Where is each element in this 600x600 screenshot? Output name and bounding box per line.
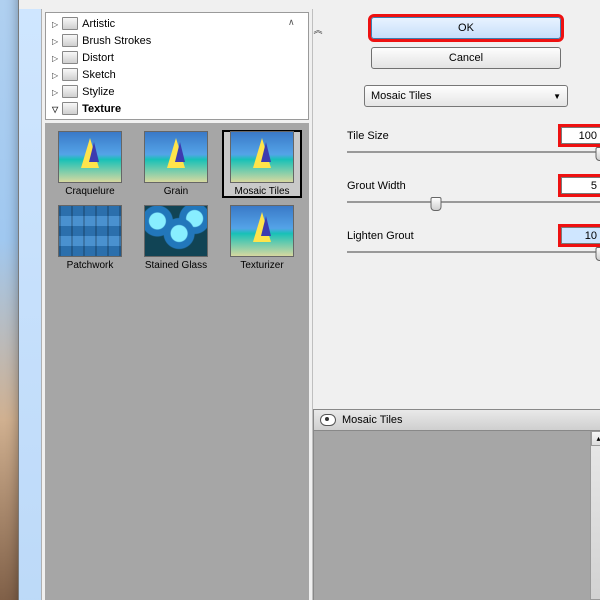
thumb-label: Mosaic Tiles [223, 186, 301, 197]
scroll-up-icon[interactable]: ∧ [288, 17, 302, 28]
chevron-right-icon [52, 35, 58, 47]
thumb-stained-glass[interactable]: Stained Glass [137, 205, 215, 271]
tree-scroll[interactable]: ∧ [288, 17, 302, 28]
filter-picker-panel: ∧ Artistic Brush Strokes [42, 9, 312, 600]
filter-gallery-dialog: ∧ Artistic Brush Strokes [18, 0, 600, 600]
filter-thumbnails: Craquelure Grain Mosaic Tiles Patch [45, 123, 309, 600]
tree-item-sketch[interactable]: Sketch [46, 66, 308, 83]
cancel-button[interactable]: Cancel [371, 47, 561, 69]
thumb-patchwork[interactable]: Patchwork [51, 205, 129, 271]
folder-icon [62, 17, 78, 30]
folder-icon [62, 34, 78, 47]
effect-layer-label: Mosaic Tiles [342, 414, 403, 426]
chevron-down-icon [52, 103, 58, 115]
tree-item-texture[interactable]: Texture [46, 100, 308, 117]
lighten-grout-input[interactable] [561, 227, 600, 244]
tree-item-artistic[interactable]: Artistic [46, 15, 308, 32]
filter-settings-panel: ︽ OK Cancel Mosaic Tiles ▼ Tile Size Gro… [312, 9, 600, 600]
effect-layer-row[interactable]: Mosaic Tiles [314, 410, 600, 431]
tree-item-distort[interactable]: Distort [46, 49, 308, 66]
folder-icon [62, 102, 78, 115]
thumb-preview [230, 205, 294, 257]
scroll-up-icon[interactable]: ▴ [591, 431, 600, 446]
thumb-preview [58, 131, 122, 183]
thumb-preview [58, 205, 122, 257]
folder-icon [62, 51, 78, 64]
tree-label: Sketch [82, 69, 116, 81]
tree-label: Stylize [82, 86, 114, 98]
thumb-texturizer[interactable]: Texturizer [223, 205, 301, 271]
preview-pane-edge [19, 9, 42, 600]
tree-label: Artistic [82, 18, 115, 30]
ok-button[interactable]: OK [371, 17, 561, 39]
layer-scrollbar[interactable]: ▴ ▾ [590, 431, 600, 600]
tree-label: Texture [82, 103, 121, 115]
tile-size-slider[interactable] [347, 147, 600, 157]
folder-icon [62, 68, 78, 81]
chevron-right-icon [52, 52, 58, 64]
thumb-label: Grain [137, 186, 215, 197]
param-grout-width: Grout Width [347, 177, 600, 194]
param-label: Tile Size [347, 130, 389, 142]
thumb-preview [144, 131, 208, 183]
dropdown-value: Mosaic Tiles [371, 90, 432, 102]
lighten-grout-slider[interactable] [347, 247, 600, 257]
filter-select-dropdown[interactable]: Mosaic Tiles ▼ [364, 85, 568, 107]
param-label: Lighten Grout [347, 230, 414, 242]
param-lighten-grout: Lighten Grout [347, 227, 600, 244]
thumb-craquelure[interactable]: Craquelure [51, 131, 129, 197]
collapse-toggle-icon[interactable]: ︽ [311, 23, 325, 36]
chevron-down-icon: ▼ [553, 92, 561, 101]
tree-item-brush-strokes[interactable]: Brush Strokes [46, 32, 308, 49]
param-tile-size: Tile Size [347, 127, 600, 144]
thumb-preview [230, 131, 294, 183]
chevron-right-icon [52, 86, 58, 98]
thumb-grain[interactable]: Grain [137, 131, 215, 197]
thumb-preview [144, 205, 208, 257]
thumb-label: Craquelure [51, 186, 129, 197]
chevron-right-icon [52, 18, 58, 30]
chevron-right-icon [52, 69, 58, 81]
tree-label: Brush Strokes [82, 35, 151, 47]
thumb-label: Patchwork [51, 260, 129, 271]
folder-icon [62, 85, 78, 98]
thumb-mosaic-tiles[interactable]: Mosaic Tiles [223, 131, 301, 197]
grout-width-input[interactable] [561, 177, 600, 194]
filter-category-tree: ∧ Artistic Brush Strokes [45, 12, 309, 120]
thumb-label: Texturizer [223, 260, 301, 271]
effect-layers-panel: Mosaic Tiles ▴ ▾ [313, 409, 600, 600]
visibility-eye-icon[interactable] [320, 414, 336, 426]
tile-size-input[interactable] [561, 127, 600, 144]
param-label: Grout Width [347, 180, 406, 192]
tree-label: Distort [82, 52, 114, 64]
thumb-label: Stained Glass [137, 260, 215, 271]
tree-item-stylize[interactable]: Stylize [46, 83, 308, 100]
grout-width-slider[interactable] [347, 197, 600, 207]
